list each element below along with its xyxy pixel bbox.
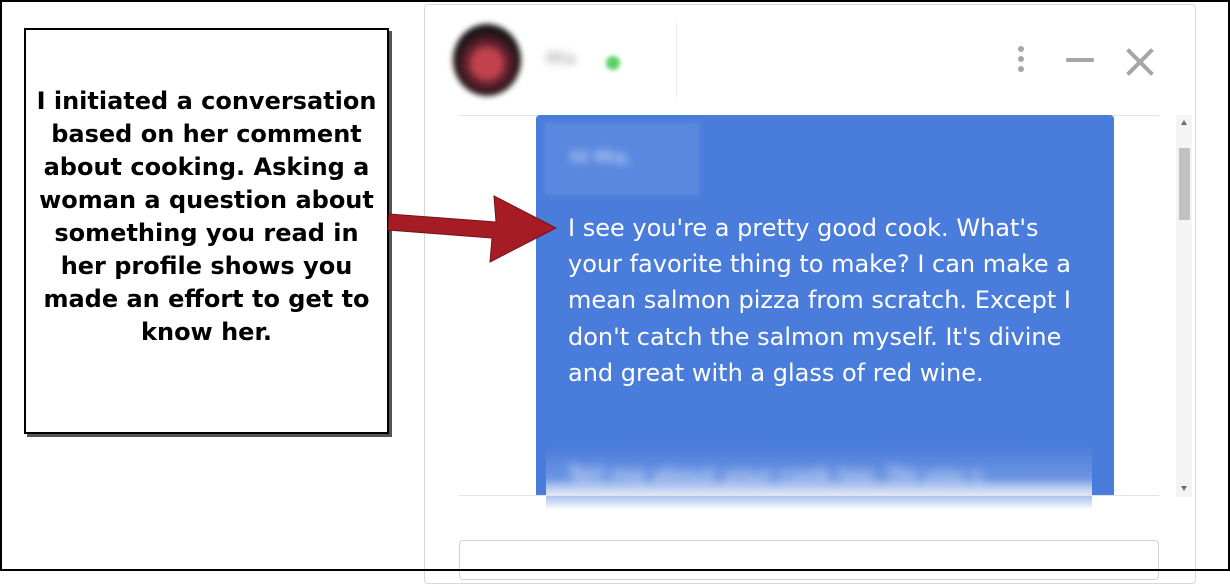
arrow-icon (387, 195, 558, 263)
